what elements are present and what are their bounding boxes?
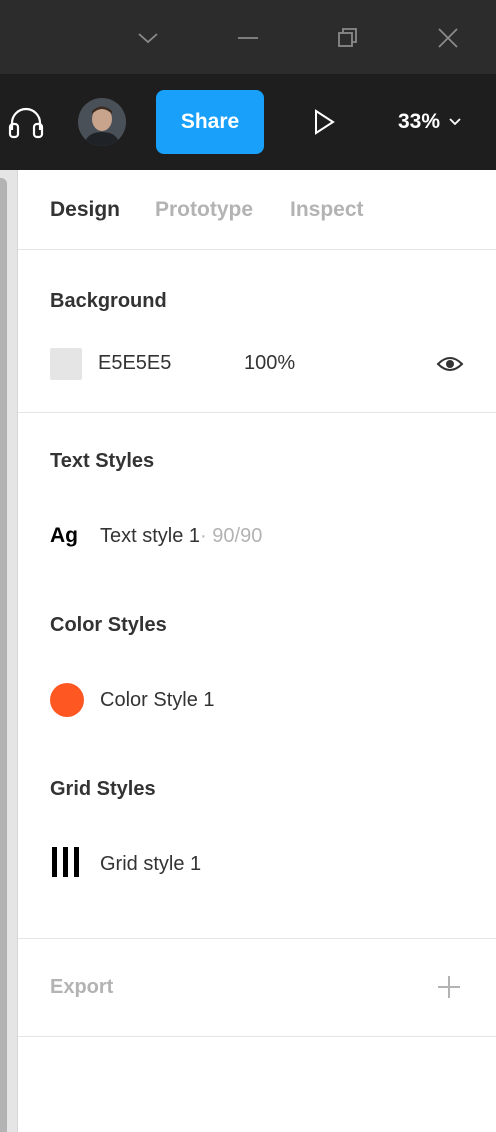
panel-tabs: Design Prototype Inspect	[18, 170, 496, 250]
background-hex-value[interactable]: E5E5E5	[98, 352, 171, 375]
chevron-down-icon[interactable]	[128, 20, 168, 56]
play-icon[interactable]	[306, 104, 342, 140]
tab-inspect[interactable]: Inspect	[290, 198, 364, 222]
window-titlebar	[0, 0, 496, 74]
chevron-down-icon	[449, 118, 461, 126]
color-style-name: Color Style 1	[100, 688, 215, 711]
eye-icon[interactable]	[436, 354, 464, 374]
user-avatar[interactable]	[78, 98, 126, 146]
scrollbar[interactable]	[0, 178, 7, 1132]
color-style-swatch	[50, 683, 84, 717]
background-section-title: Background	[50, 290, 167, 312]
divider	[18, 1036, 496, 1037]
background-opacity-value[interactable]: 100%	[244, 352, 295, 375]
text-style-name: Text style 1	[100, 524, 201, 547]
background-color-swatch[interactable]	[50, 348, 82, 380]
toolbar: Share 33%	[0, 74, 496, 170]
plus-icon[interactable]	[436, 974, 462, 1000]
tab-prototype[interactable]: Prototype	[155, 198, 253, 222]
text-styles-section-title: Text Styles	[50, 450, 155, 472]
headphones-icon[interactable]	[6, 104, 46, 140]
close-icon[interactable]	[428, 20, 468, 56]
divider	[18, 412, 496, 413]
export-section-title: Export	[50, 976, 114, 998]
grid-style-name: Grid style 1	[100, 852, 202, 875]
share-button[interactable]: Share	[156, 90, 264, 154]
divider	[18, 938, 496, 939]
design-panel: Design Prototype Inspect Background E5E5…	[18, 170, 496, 1132]
grid-style-item[interactable]: Grid style 1	[50, 846, 201, 882]
color-style-item[interactable]: Color Style 1	[50, 682, 215, 718]
zoom-value: 33%	[398, 110, 441, 133]
text-style-item[interactable]: Ag Text style 1 · 90/90	[50, 518, 262, 554]
minimize-icon[interactable]	[228, 20, 268, 56]
text-style-icon: Ag	[50, 524, 78, 547]
grid-columns-icon	[50, 846, 100, 883]
restore-icon[interactable]	[328, 20, 368, 56]
text-style-meta: · 90/90	[200, 524, 263, 547]
zoom-dropdown[interactable]: 33%	[398, 104, 462, 140]
tab-design[interactable]: Design	[50, 198, 120, 222]
grid-styles-section-title: Grid Styles	[50, 778, 156, 800]
color-styles-section-title: Color Styles	[50, 614, 167, 636]
canvas-edge	[0, 170, 18, 1132]
